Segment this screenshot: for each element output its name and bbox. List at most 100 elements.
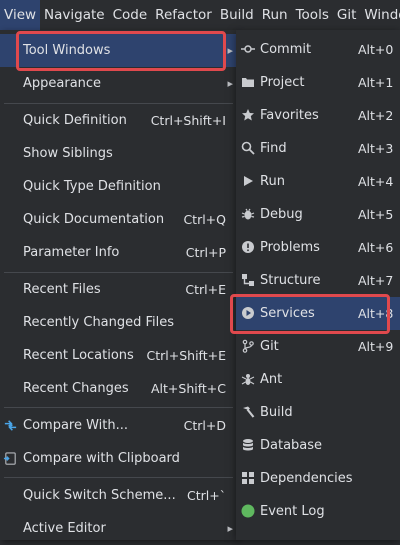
submenu-item-event-log[interactable]: Event Log	[236, 495, 400, 528]
submenu-item-label: Dependencies	[260, 471, 353, 486]
menu-item-quick-switch-scheme[interactable]: Quick Switch Scheme... Ctrl+`	[0, 479, 237, 512]
submenu-item-shortcut: Alt+2	[358, 108, 394, 123]
menu-code[interactable]: Code	[109, 0, 152, 30]
menu-build[interactable]: Build	[216, 0, 258, 30]
menu-tools[interactable]: Tools	[292, 0, 333, 30]
menu-item-recently-changed-files[interactable]: Recently Changed Files	[0, 306, 237, 339]
menu-item-label: Quick Definition	[23, 113, 127, 128]
search-icon	[241, 141, 255, 155]
git-branch-icon	[242, 339, 254, 353]
submenu-item-shortcut: Alt+6	[358, 240, 394, 255]
commit-icon	[241, 45, 255, 53]
menu-item-compare-with-clipboard[interactable]: Compare with Clipboard	[0, 442, 237, 475]
submenu-arrow-icon: ▸	[227, 77, 233, 90]
menu-item-label: Recent Files	[23, 282, 101, 297]
menu-item-show-siblings[interactable]: Show Siblings	[0, 137, 237, 170]
menu-item-label: Active Editor	[23, 521, 106, 536]
menu-item-shortcut: Alt+Shift+C	[150, 381, 226, 396]
warning-icon	[242, 241, 254, 253]
submenu-item-debug[interactable]: Debug Alt+5	[236, 198, 400, 231]
submenu-item-shortcut: Alt+3	[358, 141, 394, 156]
submenu-arrow-icon: ▸	[227, 44, 233, 57]
submenu-item-label: Build	[260, 405, 293, 420]
compare-icon	[4, 420, 17, 431]
submenu-item-label: Debug	[260, 207, 303, 222]
menu-separator	[4, 477, 233, 478]
menu-item-label: Recent Changes	[23, 381, 129, 396]
menu-item-recent-locations[interactable]: Recent Locations Ctrl+Shift+E	[0, 339, 237, 372]
submenu-item-dependencies[interactable]: Dependencies	[236, 462, 400, 495]
menu-refactor[interactable]: Refactor	[151, 0, 216, 30]
submenu-item-project[interactable]: Project Alt+1	[236, 66, 400, 99]
submenu-item-problems[interactable]: Problems Alt+6	[236, 231, 400, 264]
folder-icon	[242, 78, 254, 87]
menu-item-label: Parameter Info	[23, 245, 120, 260]
submenu-item-run[interactable]: Run Alt+4	[236, 165, 400, 198]
menu-item-quick-definition[interactable]: Quick Definition Ctrl+Shift+I	[0, 104, 237, 137]
menu-git[interactable]: Git	[333, 0, 361, 30]
submenu-item-find[interactable]: Find Alt+3	[236, 132, 400, 165]
menu-item-quick-type-definition[interactable]: Quick Type Definition	[0, 170, 237, 203]
submenu-item-git[interactable]: Git Alt+9	[236, 330, 400, 363]
ant-icon	[241, 374, 255, 385]
menu-item-label: Recent Locations	[23, 348, 134, 363]
highlight-box-services	[230, 294, 390, 334]
menu-item-recent-changes[interactable]: Recent Changes Alt+Shift+C	[0, 372, 237, 405]
menu-item-shortcut: Ctrl+`	[187, 488, 226, 503]
menu-item-shortcut: Ctrl+E	[185, 282, 226, 297]
submenu-item-label: Git	[260, 339, 279, 354]
highlight-box-tool-windows	[16, 31, 226, 71]
database-icon	[243, 439, 253, 451]
menu-item-compare-with[interactable]: Compare With... Ctrl+D	[0, 409, 237, 442]
menu-item-quick-documentation[interactable]: Quick Documentation Ctrl+Q	[0, 203, 237, 236]
submenu-item-structure[interactable]: Structure Alt+7	[236, 264, 400, 297]
menu-item-label: Quick Documentation	[23, 212, 165, 227]
event-log-icon	[241, 504, 255, 518]
submenu-item-shortcut: Alt+7	[358, 273, 394, 288]
menu-item-parameter-info[interactable]: Parameter Info Ctrl+P	[0, 236, 237, 269]
menu-separator	[4, 407, 233, 408]
menu-item-shortcut: Ctrl+Shift+E	[146, 348, 227, 363]
menu-bar: View Navigate Code Refactor Build Run To…	[0, 0, 400, 30]
tool-windows-submenu: Commit Alt+0 Project Alt+1 Favorites Alt…	[236, 30, 400, 540]
submenu-item-label: Structure	[260, 273, 321, 288]
submenu-item-label: Problems	[260, 240, 320, 255]
menu-item-appearance[interactable]: Appearance ▸	[0, 67, 237, 100]
menu-item-shortcut: Ctrl+D	[183, 418, 226, 433]
clipboard-compare-icon	[3, 452, 16, 465]
view-menu-dropdown: Tool Windows ▸ Appearance ▸ Quick Defini…	[0, 30, 238, 540]
submenu-item-database[interactable]: Database	[236, 429, 400, 462]
star-icon	[242, 109, 254, 121]
menu-item-label: Compare with Clipboard	[23, 451, 180, 466]
submenu-item-shortcut: Alt+9	[358, 339, 394, 354]
menu-item-recent-files[interactable]: Recent Files Ctrl+E	[0, 273, 237, 306]
menu-item-label: Appearance	[23, 76, 102, 91]
structure-icon	[242, 274, 254, 286]
menu-view[interactable]: View	[0, 0, 41, 30]
submenu-item-shortcut: Alt+4	[358, 174, 394, 189]
submenu-item-ant[interactable]: Ant	[236, 363, 400, 396]
submenu-item-label: Run	[260, 174, 285, 189]
menu-navigate[interactable]: Navigate	[40, 0, 109, 30]
submenu-item-label: Database	[260, 438, 323, 453]
menu-item-shortcut: Ctrl+Shift+I	[150, 113, 226, 128]
submenu-item-favorites[interactable]: Favorites Alt+2	[236, 99, 400, 132]
submenu-item-commit[interactable]: Commit Alt+0	[236, 33, 400, 66]
submenu-item-label: Ant	[260, 372, 283, 387]
menu-item-label: Recently Changed Files	[23, 315, 175, 330]
submenu-item-label: Find	[260, 141, 287, 156]
bug-icon	[241, 208, 255, 220]
menu-window[interactable]: Window	[360, 0, 400, 30]
menu-item-active-editor[interactable]: Active Editor ▸	[0, 512, 237, 545]
menu-item-label: Compare With...	[23, 418, 129, 433]
submenu-item-shortcut: Alt+5	[358, 207, 394, 222]
dependencies-icon	[242, 472, 254, 484]
menu-item-shortcut: Ctrl+Q	[183, 212, 226, 227]
submenu-item-label: Commit	[260, 42, 312, 57]
menu-run[interactable]: Run	[258, 0, 292, 30]
submenu-item-label: Event Log	[260, 504, 325, 519]
menu-item-label: Quick Type Definition	[23, 179, 161, 194]
submenu-item-label: Favorites	[260, 108, 319, 123]
submenu-item-build[interactable]: Build	[236, 396, 400, 429]
submenu-item-shortcut: Alt+0	[358, 42, 394, 57]
